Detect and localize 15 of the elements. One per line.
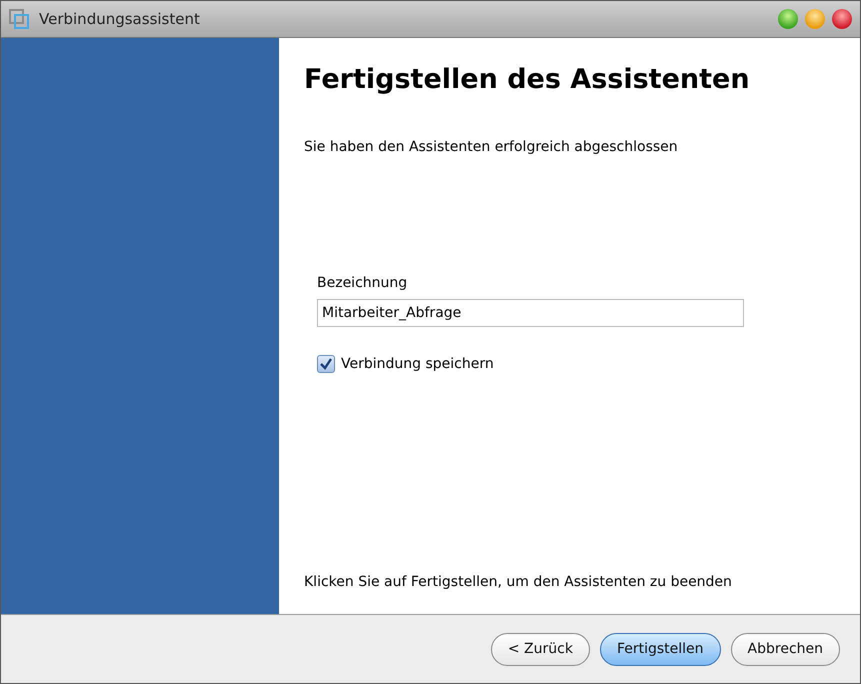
field-label: Bezeichnung [317, 275, 408, 291]
name-input-field[interactable]: Mitarbeiter_Abfrage [317, 299, 744, 327]
save-checkbox[interactable] [317, 355, 335, 373]
minimize-button[interactable] [805, 9, 825, 29]
dialog-button[interactable]: Abbrechen [730, 632, 840, 666]
window-icon [9, 9, 29, 29]
page-heading: Fertigstellen des Assistenten [304, 64, 751, 95]
checkbox-label: Verbindung speichern [341, 356, 494, 372]
dialog-button[interactable]: Fertigstellen [600, 632, 721, 666]
window-title: Verbindungsassistent [39, 10, 201, 28]
instruction-text: Klicken Sie auf Fertigstellen, um den Assistenten zu beenden [304, 574, 733, 590]
maximize-button[interactable] [778, 9, 798, 29]
close-button[interactable] [832, 9, 852, 29]
dialog-button[interactable]: < Zurück [490, 632, 590, 666]
intro-text: Sie haben den Assistenten erfolgreich abgeschlossen [304, 139, 679, 155]
